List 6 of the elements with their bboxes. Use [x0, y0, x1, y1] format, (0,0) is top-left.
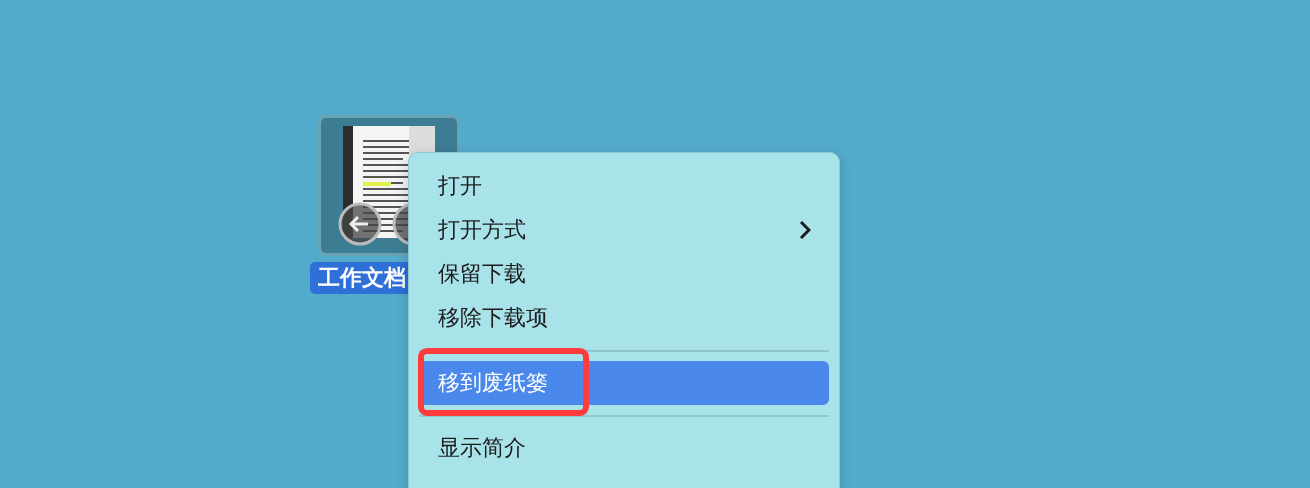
chevron-right-icon — [799, 220, 811, 240]
menu-item[interactable]: 打开 — [419, 164, 829, 208]
menu-item[interactable]: 移除下载项 — [419, 296, 829, 340]
menu-item[interactable]: 打开方式 — [419, 208, 829, 252]
menu-item[interactable]: 保留下载 — [419, 252, 829, 296]
menu-item[interactable]: 显示简介 — [419, 426, 829, 470]
